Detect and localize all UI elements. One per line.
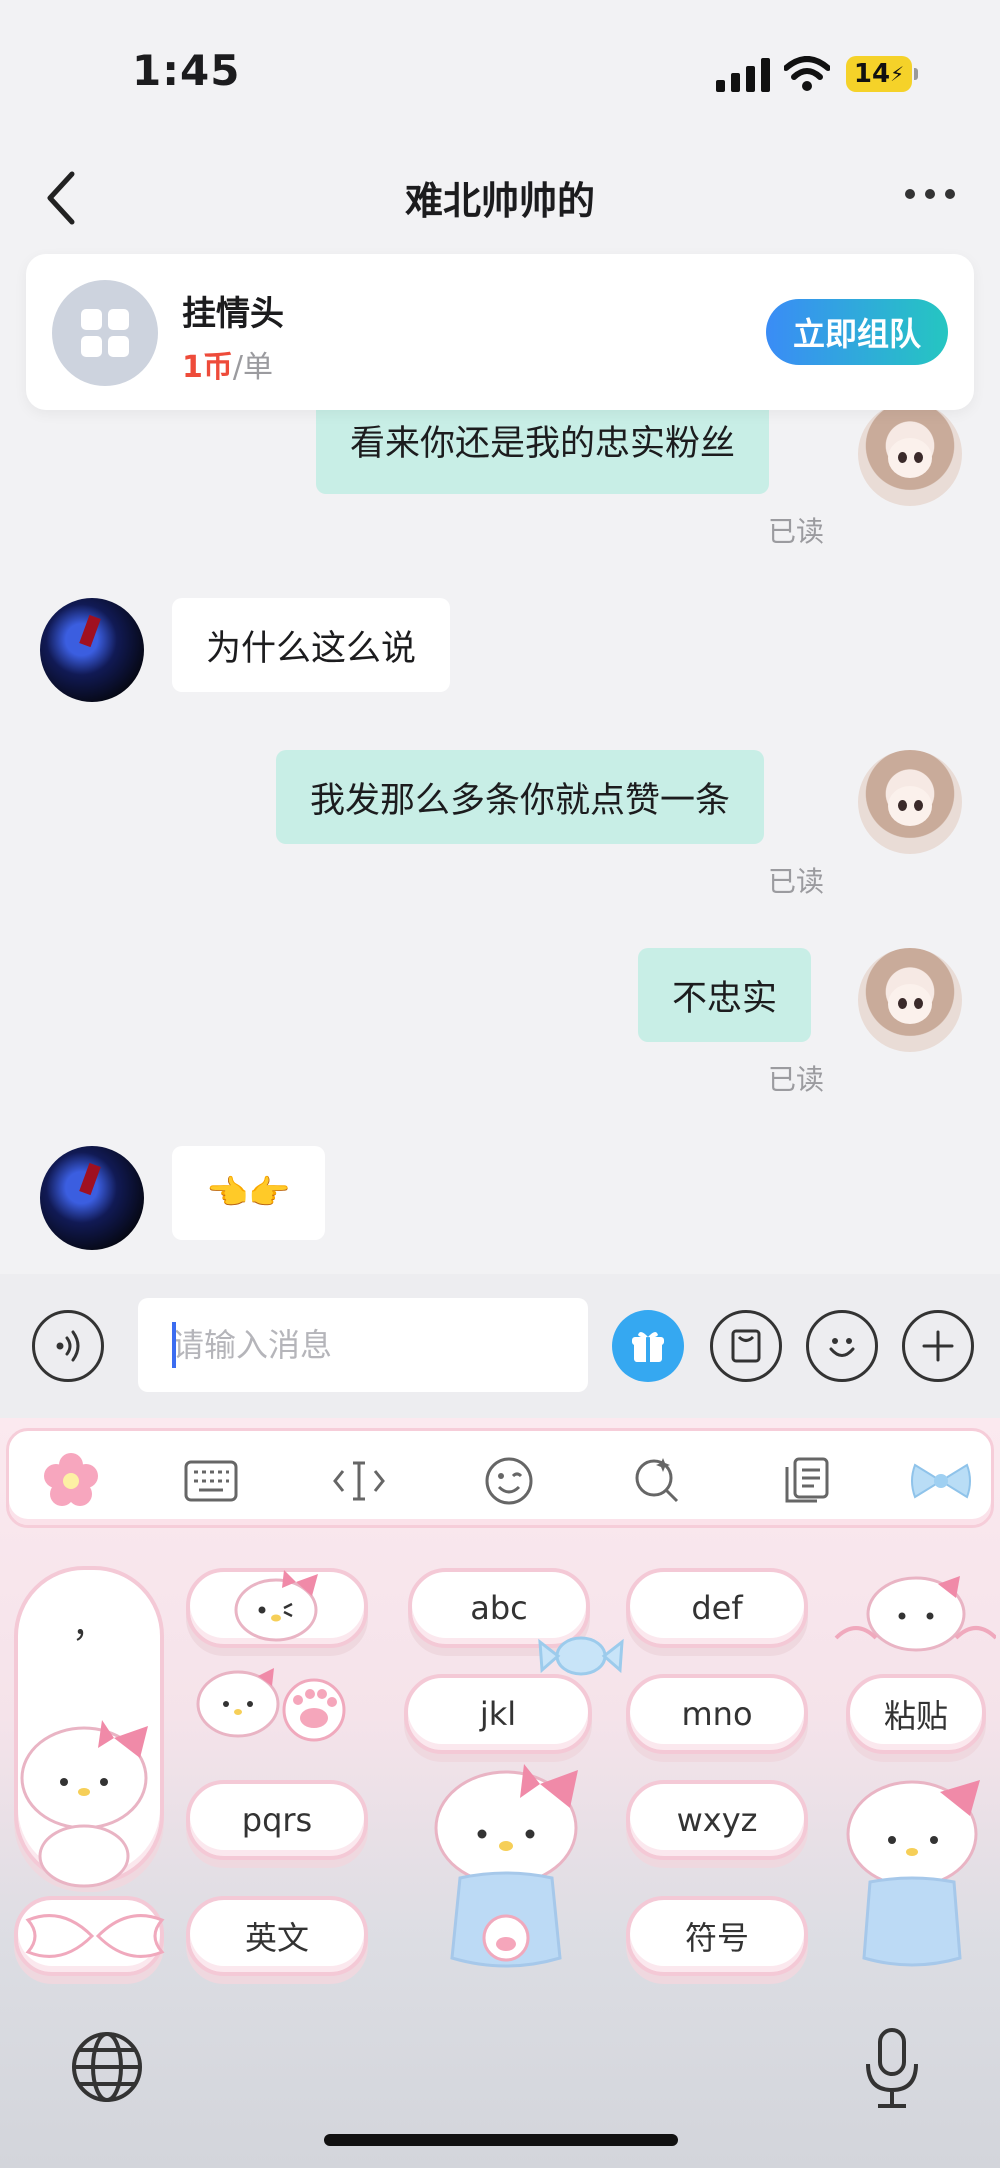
team-up-button[interactable]: 立即组队 (766, 299, 948, 365)
sticker-box-button[interactable] (710, 1310, 782, 1382)
emoji-button[interactable] (806, 1310, 878, 1382)
key-english[interactable]: 英文 (186, 1896, 368, 1976)
emoji-icon[interactable] (477, 1449, 541, 1513)
price-unit: /单 (232, 350, 273, 385)
plus-icon (922, 1330, 954, 1362)
microphone-icon[interactable] (862, 2026, 922, 2110)
message-bubble-sent[interactable]: 我发那么多条你就点赞一条 (276, 750, 765, 844)
battery-indicator: 14 ⚡ (846, 56, 918, 92)
chat-area[interactable]: 看来你还是我的忠实粉丝 已读 为什么这么说 我发那么多条你就点赞一条 已读 不忠… (0, 410, 1000, 1274)
signal-icon (716, 58, 770, 92)
kitty-paw-sticker-icon (196, 1668, 346, 1742)
charging-icon: ⚡ (890, 62, 905, 86)
wings-sticker-icon (25, 1914, 165, 1958)
price-amount: 1币 (182, 350, 233, 385)
home-indicator[interactable] (324, 2134, 678, 2146)
key-mno[interactable]: mno (626, 1674, 808, 1754)
key-def[interactable]: def (626, 1568, 808, 1648)
keyboard-toolbar (6, 1428, 994, 1528)
read-receipt: 已读 (768, 1063, 825, 1096)
service-thumbnail (52, 280, 158, 386)
message-bubble-sent[interactable]: 不忠实 (638, 948, 812, 1042)
message-bubble-received[interactable]: 为什么这么说 (172, 598, 451, 692)
read-receipt: 已读 (768, 515, 825, 548)
clipboard-icon[interactable] (775, 1449, 839, 1513)
key-wxyz[interactable]: wxyz (626, 1780, 808, 1860)
battery-level: 14 (853, 59, 891, 89)
voice-button[interactable] (32, 1310, 104, 1382)
key-jkl[interactable]: jkl (404, 1674, 592, 1754)
service-price: 1币/单 (182, 342, 273, 386)
my-avatar[interactable] (858, 750, 962, 854)
text-caret (172, 1322, 176, 1368)
comma-label: ， (72, 1606, 106, 1646)
add-button[interactable] (902, 1310, 974, 1382)
kitty-large-sticker-icon (20, 1720, 148, 1888)
smiley-icon (829, 1338, 855, 1357)
flower-icon[interactable] (39, 1449, 103, 1513)
bow-icon[interactable] (909, 1449, 973, 1513)
keyboard-icon[interactable] (179, 1449, 243, 1513)
gift-button[interactable] (612, 1310, 684, 1382)
globe-icon[interactable] (70, 2030, 144, 2104)
status-bar: 1:45 14 ⚡ (0, 0, 1000, 140)
keyboard: ， ？ ！ abc def jkl mno 粘贴 pqrs wxyz 英文 符号 (0, 1418, 1000, 2168)
input-bar (0, 1274, 1000, 1418)
kitty-topright-sticker-icon (834, 1576, 996, 1652)
nav-bar: 难北帅帅的 (0, 140, 1000, 250)
voice-wave-icon (56, 1330, 80, 1362)
my-avatar[interactable] (858, 948, 962, 1052)
read-receipt: 已读 (768, 865, 825, 898)
message-bubble-sent[interactable]: 看来你还是我的忠实粉丝 (316, 410, 770, 494)
grid-icon (81, 309, 129, 357)
gift-icon (632, 1331, 664, 1362)
wifi-icon (784, 56, 830, 91)
cursor-icon[interactable] (327, 1449, 391, 1513)
kitty-right-sticker-icon (846, 1780, 980, 1967)
status-time: 1:45 (132, 46, 241, 95)
sticker-box-icon (731, 1329, 761, 1363)
my-avatar[interactable] (858, 410, 962, 506)
more-icon[interactable] (904, 184, 956, 204)
candy-sticker-icon (538, 1636, 624, 1676)
kitty-center-sticker-icon (434, 1764, 578, 1968)
contact-avatar[interactable] (40, 598, 144, 702)
kitty-sticker-icon (234, 1570, 318, 1642)
key-pqrs[interactable]: pqrs (186, 1780, 368, 1860)
search-icon[interactable] (625, 1449, 689, 1513)
key-symbols[interactable]: 符号 (626, 1896, 808, 1976)
key-paste[interactable]: 粘贴 (846, 1674, 986, 1754)
contact-avatar[interactable] (40, 1146, 144, 1250)
service-name: 挂情头 (182, 294, 284, 334)
message-bubble-received[interactable]: 👈👉 (172, 1146, 325, 1240)
message-input[interactable] (138, 1298, 588, 1392)
page-title: 难北帅帅的 (404, 179, 595, 223)
service-card[interactable]: 挂情头 1币/单 立即组队 (26, 254, 974, 410)
